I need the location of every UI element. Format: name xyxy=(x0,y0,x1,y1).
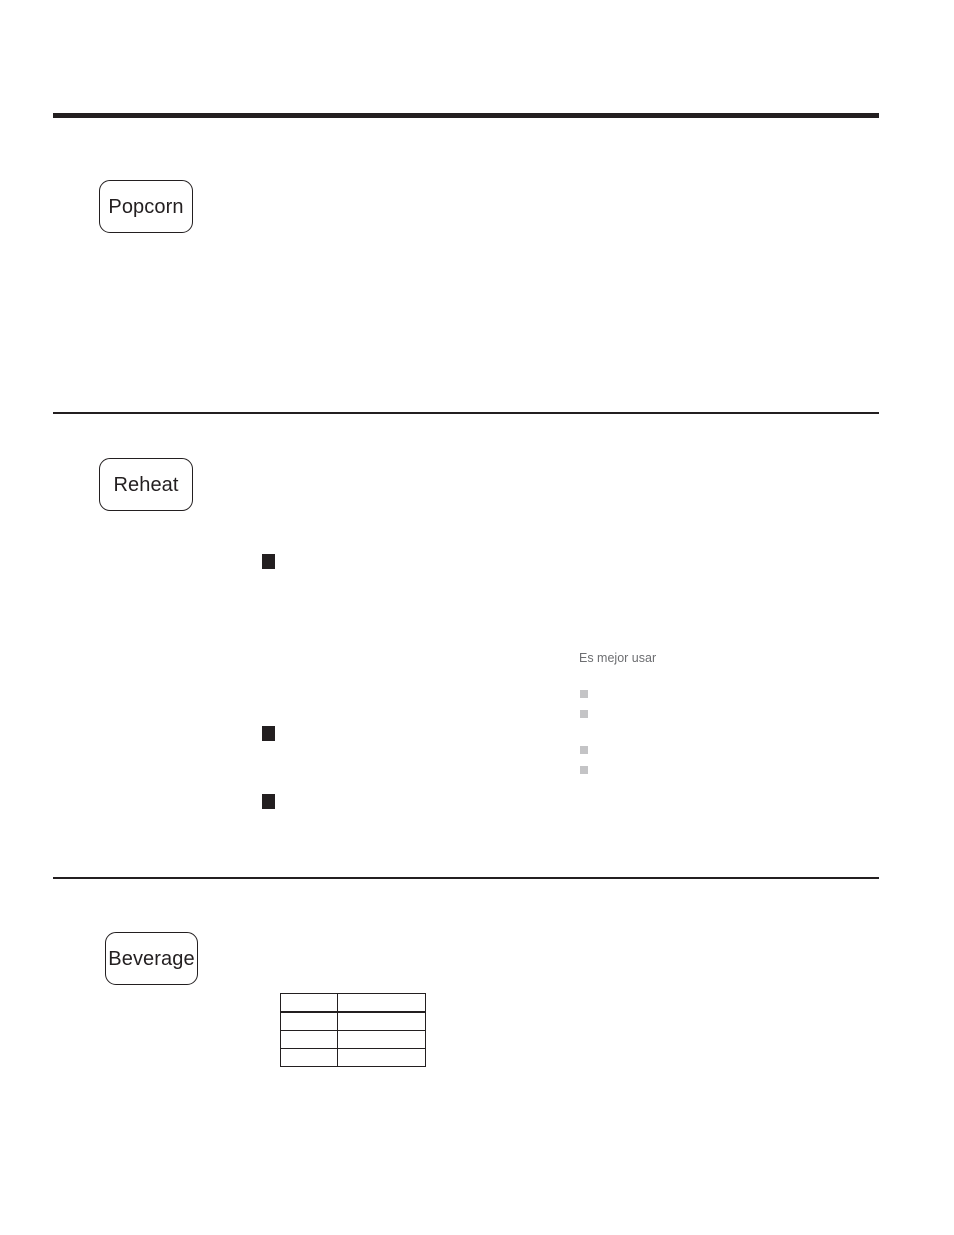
table-header-cell xyxy=(280,993,338,1013)
table-cell xyxy=(337,1011,426,1031)
table-header-cell xyxy=(337,993,426,1013)
table-cell xyxy=(280,1030,338,1049)
reheat-button-label: Reheat xyxy=(113,473,179,496)
table-row xyxy=(280,1048,426,1067)
black-square-bullet-icon xyxy=(262,794,275,809)
manual-page: Popcorn Reheat Es mejor usar Beverage xyxy=(0,0,954,1235)
table-row xyxy=(280,1011,426,1031)
beverage-table xyxy=(280,993,426,1067)
reheat-button[interactable]: Reheat xyxy=(99,458,193,511)
gray-square-bullet-icon xyxy=(580,746,588,754)
table-cell xyxy=(280,1011,338,1031)
table-header-row xyxy=(280,993,426,1013)
section-divider-middle xyxy=(53,412,879,414)
table-row xyxy=(280,1030,426,1049)
black-square-bullet-icon xyxy=(262,554,275,569)
section-divider-top xyxy=(53,113,879,118)
beverage-button[interactable]: Beverage xyxy=(105,932,198,985)
popcorn-button-label: Popcorn xyxy=(108,195,184,218)
spanish-section-heading: Es mejor usar xyxy=(579,651,657,665)
beverage-button-label: Beverage xyxy=(108,947,195,970)
table-cell xyxy=(337,1048,426,1067)
table-cell xyxy=(337,1030,426,1049)
black-square-bullet-icon xyxy=(262,726,275,741)
gray-square-bullet-icon xyxy=(580,710,588,718)
section-divider-bottom xyxy=(53,877,879,879)
gray-square-bullet-icon xyxy=(580,766,588,774)
gray-square-bullet-icon xyxy=(580,690,588,698)
table-cell xyxy=(280,1048,338,1067)
popcorn-button[interactable]: Popcorn xyxy=(99,180,193,233)
